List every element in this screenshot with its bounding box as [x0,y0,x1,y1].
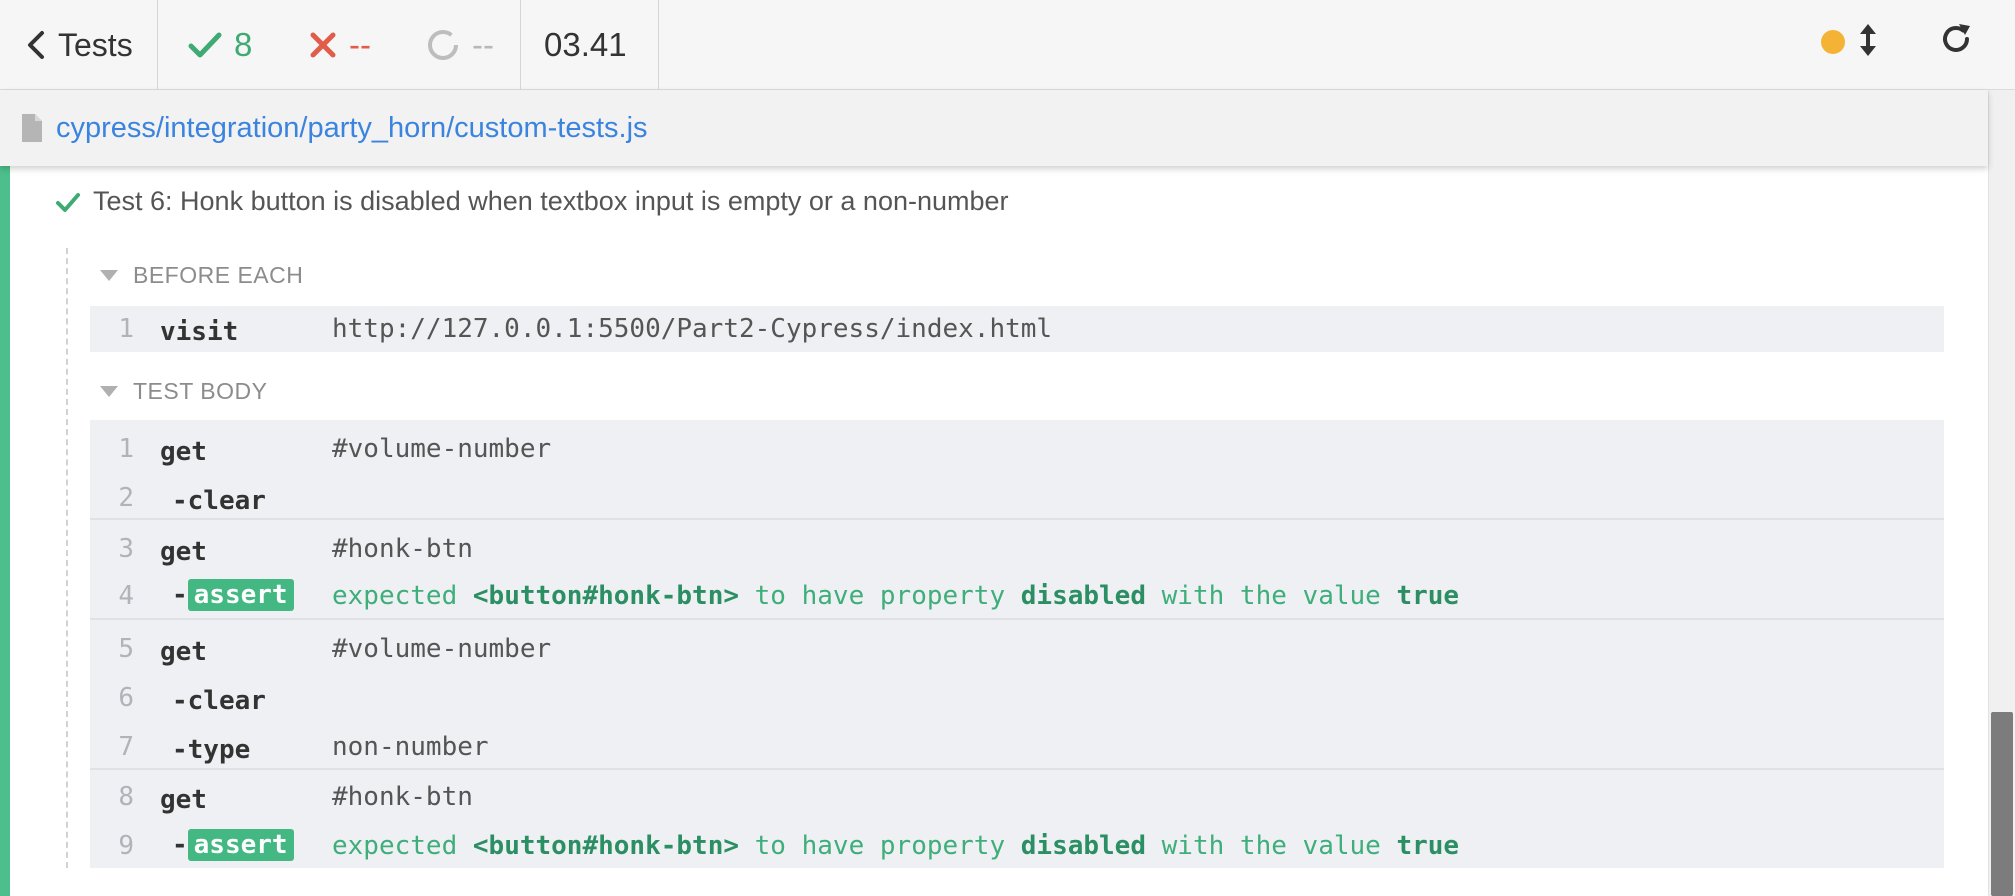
command-group-divider [90,768,1944,770]
command-name: -clear [172,686,266,716]
spec-file-bar: cypress/integration/party_horn/custom-te… [0,90,1988,166]
command-row[interactable]: 7 -type non-number [90,724,1944,768]
reporter-header: Tests 8 -- -- 03.41 [0,0,2015,90]
assert-subject: <button#honk-btn> [472,831,739,861]
test-status-bar [0,166,10,896]
assert-command-row[interactable]: 4 - assert expected <button#honk-btn> to … [90,573,1944,617]
command-row[interactable]: 3 get #honk-btn [90,526,1944,570]
command-group-divider [90,618,1944,620]
command-name: - assert [172,579,294,611]
assert-text: expected [332,831,458,861]
command-message: http://127.0.0.1:5500/Part2-Cypress/inde… [332,314,1053,344]
command-number: 3 [118,534,134,564]
command-row[interactable]: 2 -clear [90,475,1944,519]
file-icon [22,114,42,142]
before-each-label: BEFORE EACH [133,262,304,288]
assert-text: to have property [754,831,1006,861]
command-message: #volume-number [332,634,552,664]
command-row[interactable]: 8 get #honk-btn [90,774,1944,818]
command-number: 7 [118,732,134,762]
resize-icon[interactable] [1856,22,1880,58]
assert-command-row[interactable]: 9 - assert expected <button#honk-btn> to … [90,823,1944,867]
command-number: 1 [118,314,134,344]
assert-text: with the value [1161,581,1381,611]
check-icon [56,192,80,212]
command-message: #honk-btn [332,534,473,564]
duration: 03.41 [544,26,627,63]
assert-text: expected [332,581,458,611]
reload-icon[interactable] [1937,20,1975,58]
assert-value: true [1396,581,1460,611]
assert-message: expected <button#honk-btn> to have prope… [332,581,1459,611]
command-row[interactable]: 1 get #volume-number [90,426,1944,470]
divider [157,0,158,90]
chevron-left-icon [28,31,44,59]
passed-count: 8 [234,26,253,63]
scrollbar-thumb[interactable] [1991,712,2013,896]
test-body-header[interactable]: TEST BODY [100,378,267,405]
command-row[interactable]: 5 get #volume-number [90,626,1944,670]
test-title[interactable]: Test 6: Honk button is disabled when tex… [55,186,1009,217]
command-name: get [160,637,207,667]
assert-text: to have property [754,581,1006,611]
command-name: -clear [172,486,266,516]
assert-property: disabled [1020,581,1146,611]
command-number: 2 [118,483,134,513]
command-name: - assert [172,829,294,861]
failed-count: -- [349,26,371,63]
command-number: 9 [118,831,134,861]
tests-button[interactable]: Tests [22,0,133,90]
command-number: 1 [118,434,134,464]
pending-count: -- [472,26,494,63]
assert-badge: assert [187,829,294,861]
status-indicator [1821,30,1845,54]
divider [520,0,521,90]
assert-property: disabled [1020,831,1146,861]
command-message: #honk-btn [332,782,473,812]
pending-stat[interactable]: -- [426,0,494,90]
command-number: 8 [118,782,134,812]
caret-down-icon [100,386,118,397]
command-name: get [160,785,207,815]
command-message: #volume-number [332,434,552,464]
command-name: visit [160,317,239,347]
test-guide-line [66,248,68,868]
command-number: 4 [118,581,134,611]
tests-label: Tests [58,26,133,63]
assert-subject: <button#honk-btn> [472,581,739,611]
command-number: 6 [118,683,134,713]
assert-message: expected <button#honk-btn> to have prope… [332,831,1459,861]
child-prefix: - [172,580,188,610]
divider [658,0,659,90]
x-icon [310,32,336,58]
assert-value: true [1396,831,1460,861]
failed-stat[interactable]: -- [309,0,371,90]
spec-path-link[interactable]: cypress/integration/party_horn/custom-te… [56,112,648,145]
test-title-text: Test 6: Honk button is disabled when tex… [93,186,1009,216]
command-message: non-number [332,732,489,762]
spinner-icon [428,30,458,60]
child-prefix: - [172,830,188,860]
assert-badge: assert [187,579,294,611]
command-name: -type [172,735,251,765]
test-body-label: TEST BODY [133,378,268,404]
check-icon [188,32,222,58]
assert-text: with the value [1161,831,1381,861]
caret-down-icon [100,270,118,281]
passed-stat[interactable]: 8 [188,0,252,90]
command-number: 5 [118,634,134,664]
command-name: get [160,537,207,567]
command-row[interactable]: 1 visit http://127.0.0.1:5500/Part2-Cypr… [90,306,1944,350]
command-name: get [160,437,207,467]
before-each-hook-header[interactable]: BEFORE EACH [100,262,303,289]
command-row[interactable]: 6 -clear [90,675,1944,719]
